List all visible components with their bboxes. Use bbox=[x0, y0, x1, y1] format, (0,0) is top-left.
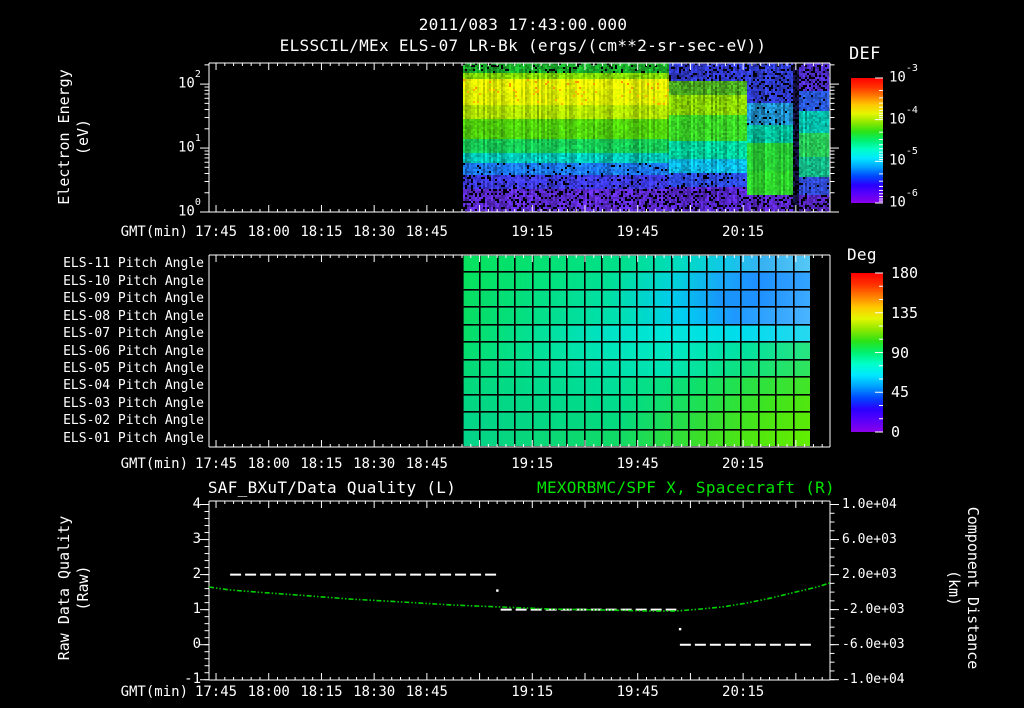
science-plot-screen: 2011/083 17:43:00.000 ELSSCIL/MEx ELS-07… bbox=[0, 0, 1024, 708]
tick-label: ELS-03 Pitch Angle bbox=[63, 395, 204, 411]
tick-label: ELS-07 Pitch Angle bbox=[63, 326, 204, 342]
tick-label: ELS-05 Pitch Angle bbox=[63, 360, 204, 376]
tick-label: ELS-01 Pitch Angle bbox=[63, 430, 204, 446]
pitch-angle-row-labels: ELS-11 Pitch Angle ELS-10 Pitch Angle ELS-… bbox=[0, 0, 1024, 708]
tick-label: ELS-04 Pitch Angle bbox=[63, 378, 204, 394]
tick-label: ELS-02 Pitch Angle bbox=[63, 413, 204, 429]
tick-label: ELS-10 Pitch Angle bbox=[63, 273, 204, 289]
tick-label: ELS-09 Pitch Angle bbox=[63, 291, 204, 307]
tick-label: ELS-08 Pitch Angle bbox=[63, 308, 204, 324]
tick-label: ELS-06 Pitch Angle bbox=[63, 343, 204, 359]
tick-label: ELS-11 Pitch Angle bbox=[63, 256, 204, 272]
